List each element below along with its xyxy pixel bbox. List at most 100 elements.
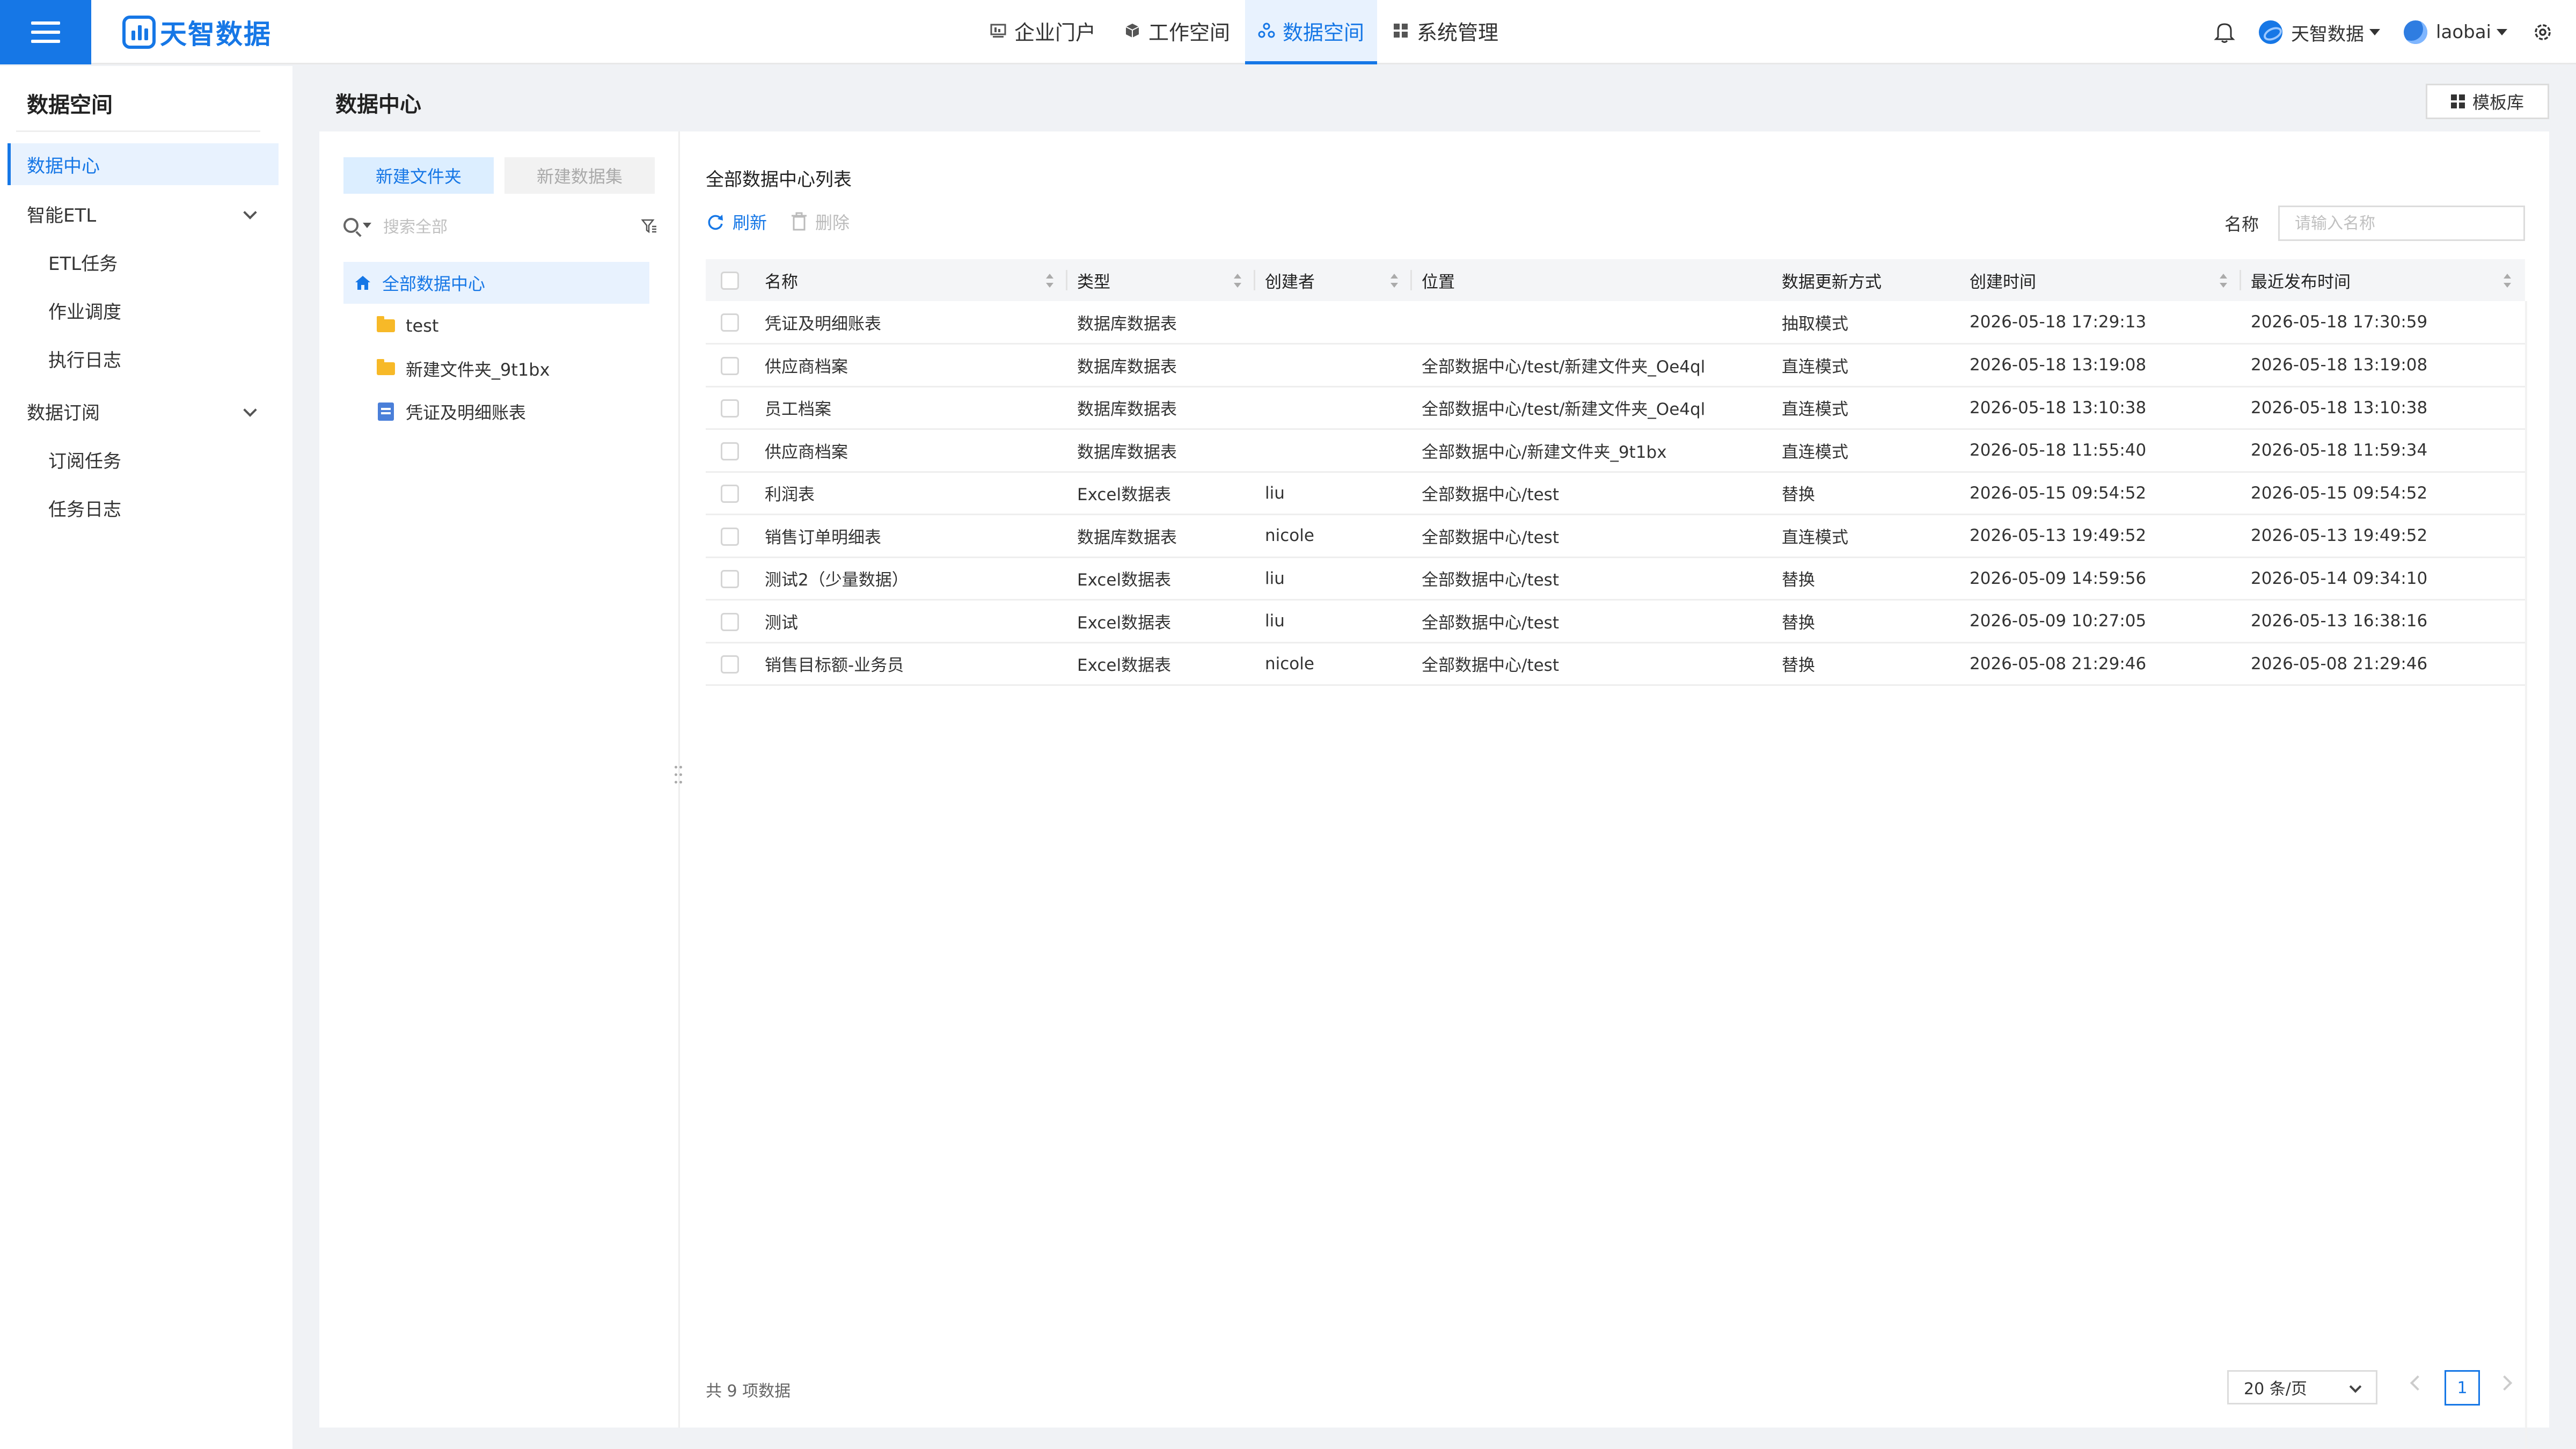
- table-row[interactable]: 凭证及明细账表 数据库数据表 抽取模式 2026-05-18 17:29:13 2026…: [706, 301, 2525, 345]
- cell-created-time: 2026-05-15 09:54:52: [1960, 472, 2241, 515]
- sort-icon[interactable]: [1234, 274, 1241, 288]
- name-filter-input[interactable]: [2278, 206, 2525, 241]
- nav-item-system[interactable]: 系统管理: [1379, 0, 1511, 64]
- table-body: 凭证及明细账表 数据库数据表 抽取模式 2026-05-18 17:29:13 2026…: [706, 301, 2525, 686]
- cell-created-time: 2026-05-13 19:49:52: [1960, 514, 2241, 558]
- cell-update-mode: 替换: [1772, 599, 1960, 643]
- table-row[interactable]: 供应商档案 数据库数据表 全部数据中心/新建文件夹_9t1bx 直连模式 2026-05…: [706, 429, 2525, 473]
- sort-icon[interactable]: [1391, 274, 1398, 288]
- cell-creator: [1255, 343, 1412, 387]
- nav-item-workspace[interactable]: 工作空间: [1111, 0, 1243, 64]
- name-filter-label: 名称: [2224, 214, 2259, 235]
- filter-icon[interactable]: [641, 218, 657, 234]
- cell-created-time: 2026-05-09 10:27:05: [1960, 599, 2241, 643]
- cell-update-mode: 直连模式: [1772, 514, 1960, 558]
- new-folder-button[interactable]: 新建文件夹: [343, 157, 494, 194]
- page-size-select[interactable]: 20 条/页: [2227, 1370, 2377, 1404]
- gear-icon: [2535, 24, 2551, 40]
- row-select-cell: [706, 514, 755, 558]
- notification-button[interactable]: [2214, 21, 2235, 43]
- column-header-label: 最近发布时间: [2251, 272, 2351, 292]
- cell-location: [1412, 301, 1772, 345]
- column-header-published-time[interactable]: 最近发布时间: [2241, 259, 2525, 301]
- prev-page-icon[interactable]: [2410, 1375, 2426, 1391]
- page-number-current[interactable]: 1: [2445, 1370, 2480, 1406]
- table-row[interactable]: 测试 Excel数据表 liu 全部数据中心/test 替换 2026-05-09 10:…: [706, 599, 2525, 643]
- table-row[interactable]: 利润表 Excel数据表 liu 全部数据中心/test 替换 2026-05-15 09…: [706, 472, 2525, 515]
- cell-update-mode: 直连模式: [1772, 386, 1960, 430]
- row-checkbox[interactable]: [721, 485, 739, 503]
- tree-node-folder[interactable]: test: [343, 305, 649, 347]
- panel-resize-handle[interactable]: [674, 765, 684, 786]
- table-row[interactable]: 员工档案 数据库数据表 全部数据中心/test/新建文件夹_Oe4ql 直连模式 202…: [706, 386, 2525, 430]
- nav-item-data-space[interactable]: 数据空间: [1245, 0, 1378, 64]
- table-row[interactable]: 销售目标额-业务员 Excel数据表 nicole 全部数据中心/test 替换 2026…: [706, 642, 2525, 686]
- template-library-button[interactable]: 模板库: [2426, 84, 2549, 119]
- cell-creator: liu: [1255, 599, 1412, 643]
- nav-item-portal[interactable]: 企业门户: [977, 0, 1109, 64]
- nav-item-label: 系统管理: [1417, 20, 1499, 45]
- cell-published-time: 2026-05-15 09:54:52: [2241, 472, 2525, 515]
- refresh-button[interactable]: 刷新: [706, 209, 767, 234]
- sidebar-item-label: 作业调度: [48, 301, 121, 323]
- user-menu[interactable]: laobai: [2404, 20, 2507, 44]
- tree-search[interactable]: 搜索全部: [343, 209, 657, 241]
- row-checkbox[interactable]: [721, 442, 739, 460]
- row-checkbox[interactable]: [721, 399, 739, 418]
- next-page-icon[interactable]: [2497, 1375, 2513, 1391]
- cell-name: 测试: [755, 599, 1067, 643]
- tree-node-label: 全部数据中心: [382, 274, 486, 294]
- sort-icon[interactable]: [2504, 274, 2511, 288]
- column-header-created-time[interactable]: 创建时间: [1960, 259, 2241, 301]
- row-checkbox[interactable]: [721, 655, 739, 674]
- sidebar-group-etl[interactable]: 智能ETL: [8, 193, 279, 235]
- menu-toggle-button[interactable]: [0, 0, 91, 64]
- sidebar-item-subscribe-task[interactable]: 订阅任务: [8, 438, 279, 480]
- tree-node-folder[interactable]: 新建文件夹_9t1bx: [343, 348, 649, 390]
- table-scrollbar[interactable]: [2525, 301, 2527, 1449]
- column-header-creator[interactable]: 创建者: [1255, 259, 1412, 301]
- column-header-type[interactable]: 类型: [1067, 259, 1255, 301]
- sidebar-item-data-center[interactable]: 数据中心: [8, 143, 279, 185]
- cell-created-time: 2026-05-08 21:29:46: [1960, 642, 2241, 686]
- sidebar-item-task-log[interactable]: 任务日志: [8, 487, 279, 529]
- column-header-name[interactable]: 名称: [755, 259, 1067, 301]
- sort-icon[interactable]: [1046, 274, 1053, 288]
- row-select-cell: [706, 557, 755, 601]
- row-checkbox[interactable]: [721, 313, 739, 332]
- select-all-checkbox[interactable]: [721, 272, 739, 290]
- caret-down-icon: [2497, 29, 2507, 35]
- sidebar-item-job-schedule[interactable]: 作业调度: [8, 289, 279, 331]
- row-checkbox[interactable]: [721, 356, 739, 375]
- cell-type: 数据库数据表: [1067, 514, 1255, 558]
- table-row[interactable]: 供应商档案 数据库数据表 全部数据中心/test/新建文件夹_Oe4ql 直连模式 20…: [706, 343, 2525, 387]
- cell-type: 数据库数据表: [1067, 301, 1255, 345]
- sort-icon[interactable]: [2220, 274, 2227, 288]
- caret-down-icon[interactable]: [363, 223, 371, 228]
- row-checkbox[interactable]: [721, 570, 739, 588]
- refresh-label: 刷新: [733, 213, 767, 233]
- cell-name: 员工档案: [755, 386, 1067, 430]
- sidebar-item-exec-log[interactable]: 执行日志: [8, 338, 279, 379]
- cell-location: 全部数据中心/test: [1412, 472, 1772, 515]
- row-select-cell: [706, 301, 755, 345]
- sidebar-item-etl-task[interactable]: ETL任务: [8, 241, 279, 283]
- main-panel: 新建文件夹 新建数据集 搜索全部 全部数据中心 test 新建文件夹_9t1bx…: [319, 131, 2549, 1449]
- tree-search-placeholder: 搜索全部: [383, 218, 448, 237]
- table-row[interactable]: 测试2（少量数据） Excel数据表 liu 全部数据中心/test 替换 2026-05…: [706, 557, 2525, 601]
- main-nav: 企业门户 工作空间 数据空间 系统管理: [977, 0, 1513, 64]
- logo[interactable]: 天智数据: [122, 14, 272, 50]
- cell-created-time: 2026-05-09 14:59:56: [1960, 557, 2241, 601]
- row-checkbox[interactable]: [721, 527, 739, 546]
- org-switcher[interactable]: 天智数据: [2259, 19, 2381, 46]
- tree-node-all[interactable]: 全部数据中心: [343, 262, 649, 304]
- delete-button[interactable]: 删除: [791, 209, 850, 234]
- settings-button[interactable]: [2531, 20, 2555, 44]
- row-checkbox[interactable]: [721, 612, 739, 631]
- search-icon: [343, 218, 358, 233]
- sidebar-group-subscription[interactable]: 数据订阅: [8, 390, 279, 432]
- cell-name: 销售目标额-业务员: [755, 642, 1067, 686]
- tree-node-table[interactable]: 凭证及明细账表: [343, 391, 649, 433]
- table-row[interactable]: 销售订单明细表 数据库数据表 nicole 全部数据中心/test 直连模式 2026-0…: [706, 514, 2525, 558]
- new-dataset-button[interactable]: 新建数据集: [504, 157, 655, 194]
